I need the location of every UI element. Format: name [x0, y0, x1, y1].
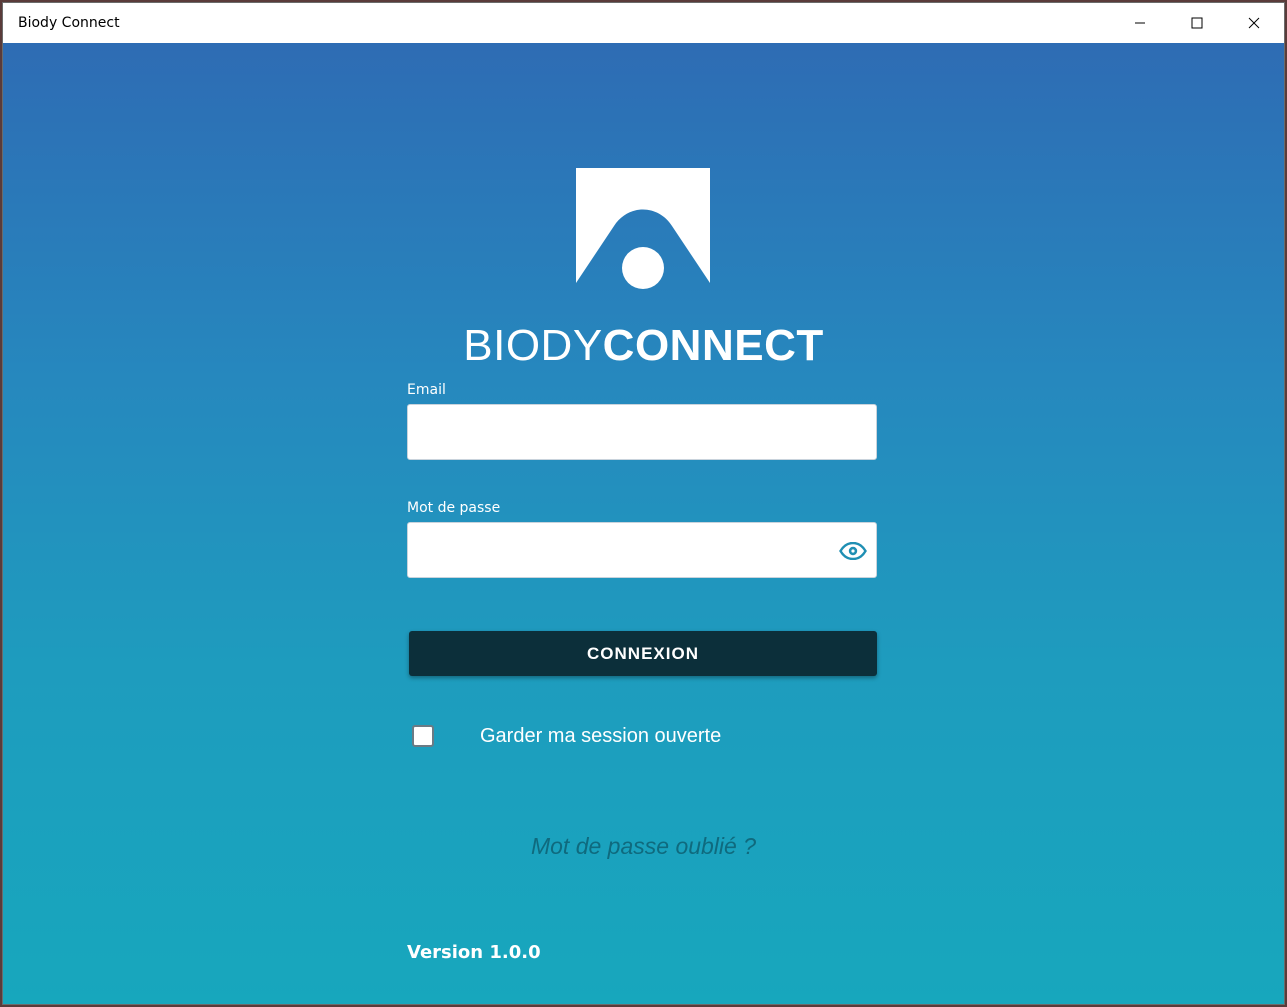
close-icon: [1248, 17, 1260, 29]
email-label: Email: [407, 382, 446, 398]
email-field-container: [407, 404, 877, 460]
connexion-button[interactable]: CONNEXION: [409, 631, 877, 676]
email-field[interactable]: [408, 405, 876, 459]
forgot-password-link[interactable]: Mot de passe oublié ?: [3, 833, 1284, 860]
biody-logo-icon: [576, 168, 710, 289]
remember-session-checkbox[interactable]: [412, 725, 434, 747]
password-field[interactable]: [408, 523, 876, 577]
version-label: Version 1.0.0: [407, 942, 541, 963]
maximize-icon: [1191, 17, 1203, 29]
minimize-button[interactable]: [1112, 3, 1168, 43]
password-field-container: [407, 522, 877, 578]
password-label: Mot de passe: [407, 500, 501, 516]
window-title: Biody Connect: [18, 15, 120, 31]
brand-title-bold: CONNECT: [602, 321, 824, 370]
maximize-button[interactable]: [1169, 3, 1225, 43]
brand-title: BIODYCONNECT: [3, 321, 1284, 371]
title-bar[interactable]: Biody Connect: [3, 3, 1284, 43]
minimize-icon: [1135, 22, 1145, 24]
remember-session-label[interactable]: Garder ma session ouverte: [480, 725, 721, 748]
eye-icon: [839, 542, 867, 560]
app-window: Biody Connect BIODYCONNECT Email Mot de …: [2, 2, 1285, 1005]
brand-title-light: BIODY: [463, 321, 603, 370]
login-screen: BIODYCONNECT Email Mot de passe CONNEXIO…: [3, 43, 1284, 1004]
show-password-button[interactable]: [838, 539, 868, 563]
close-button[interactable]: [1226, 3, 1282, 43]
